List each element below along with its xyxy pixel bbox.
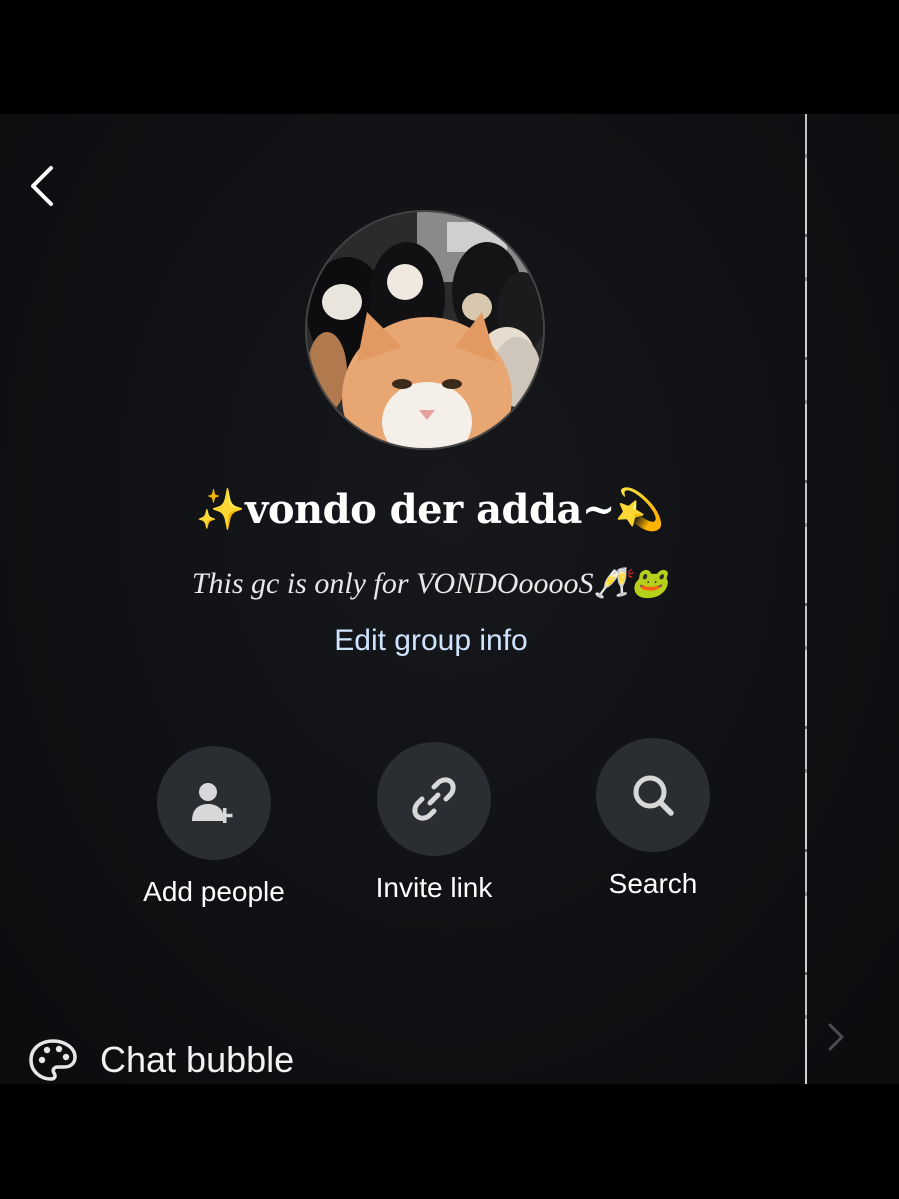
chevron-right-icon	[828, 1023, 844, 1051]
chevron-left-icon	[31, 166, 53, 206]
search-circle[interactable]	[596, 738, 710, 852]
invite-link-circle[interactable]	[377, 742, 491, 856]
search-button[interactable]: Search	[553, 738, 753, 900]
edit-group-info-link[interactable]: Edit group info	[0, 624, 862, 658]
group-info-screen: ✨vondo der adda~💫 This gc is only for VO…	[0, 114, 899, 1084]
cat-group-photo	[307, 212, 543, 448]
chat-bubble-setting[interactable]: Chat bubble	[28, 1032, 294, 1084]
add-person-icon	[192, 783, 233, 823]
back-button[interactable]	[20, 160, 64, 212]
top-letterbox	[0, 0, 899, 114]
group-avatar[interactable]	[305, 210, 545, 450]
bottom-letterbox	[0, 1084, 899, 1199]
add-people-label: Add people	[143, 876, 285, 907]
invite-link-label: Invite link	[375, 872, 493, 903]
group-title: ✨vondo der adda~💫	[195, 486, 665, 533]
add-people-button[interactable]: Add people	[114, 746, 314, 908]
group-description: This gc is only for VONDOooooS🥂🐸	[191, 567, 669, 600]
palette-icon	[29, 1039, 77, 1081]
add-people-circle[interactable]	[157, 746, 271, 860]
chat-bubble-label: Chat bubble	[100, 1039, 295, 1080]
link-icon	[412, 777, 456, 821]
invite-link-button[interactable]: Invite link	[334, 742, 534, 904]
search-icon	[633, 775, 674, 816]
search-label: Search	[608, 868, 698, 899]
